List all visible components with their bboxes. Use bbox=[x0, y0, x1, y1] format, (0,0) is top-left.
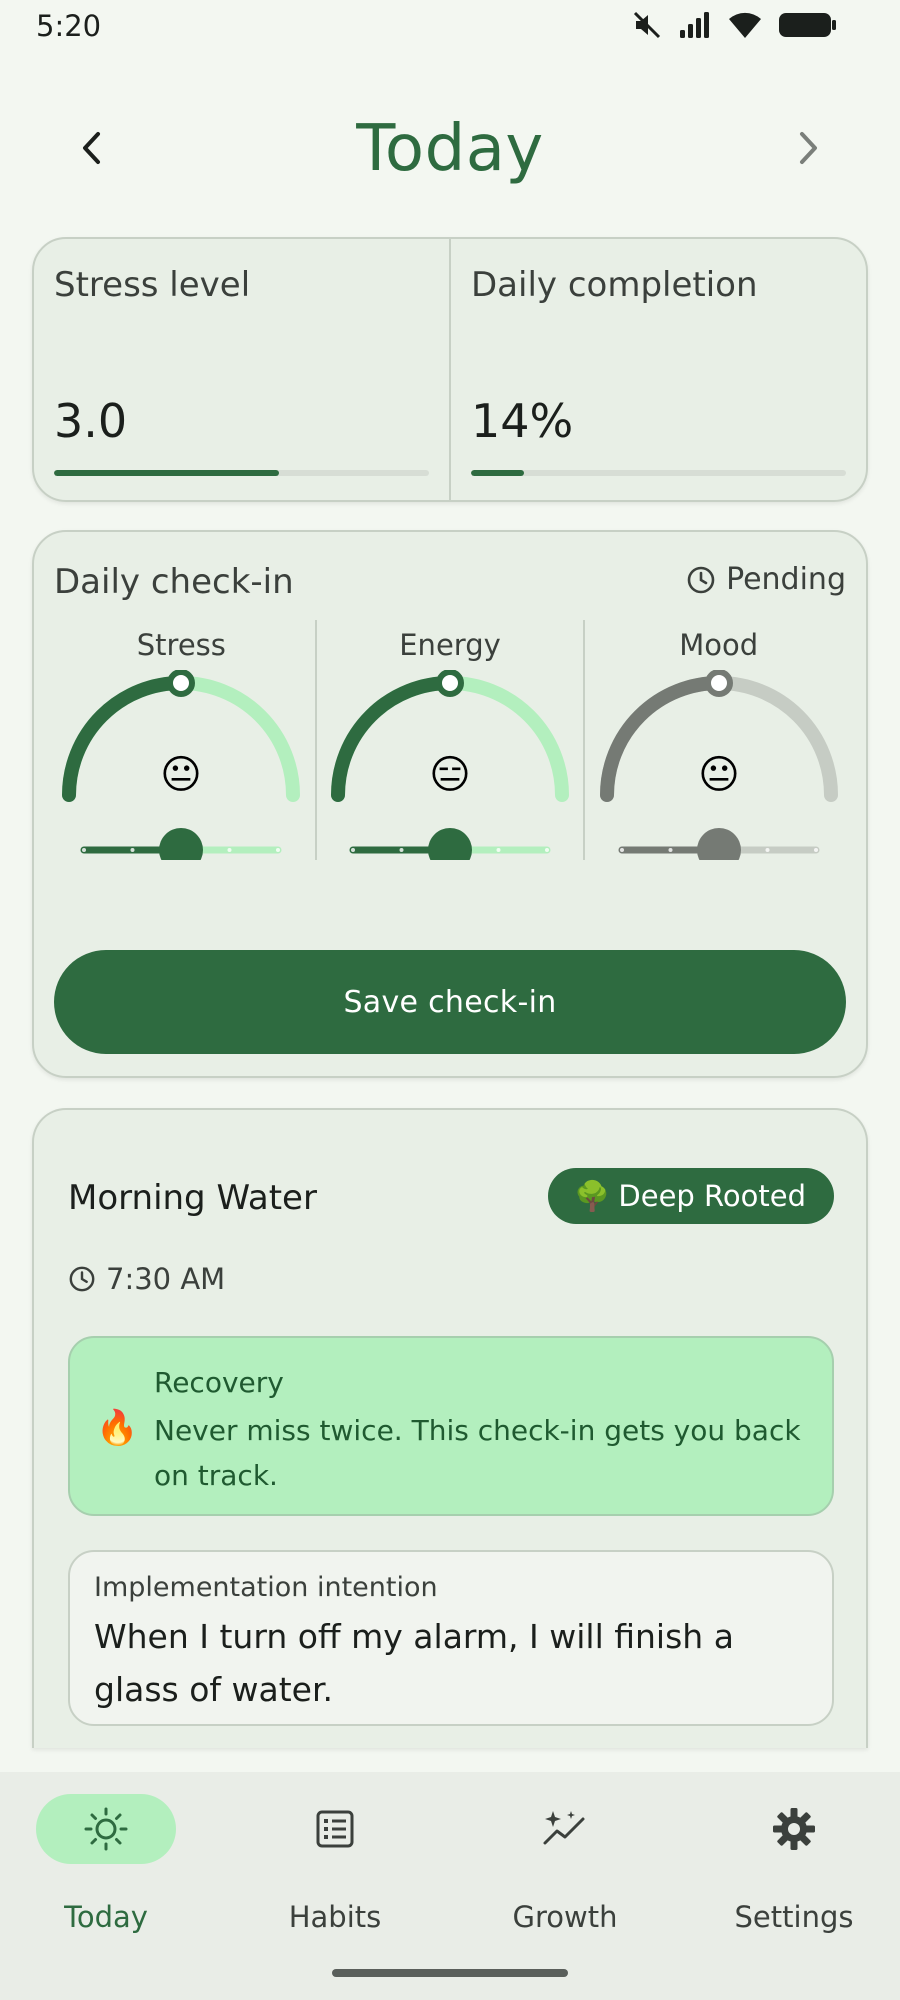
habit-time: 7:30 AM bbox=[68, 1262, 225, 1296]
recovery-title: Recovery bbox=[154, 1366, 284, 1399]
list-icon bbox=[316, 1810, 354, 1848]
header: Today bbox=[0, 100, 900, 200]
habit-time-label: 7:30 AM bbox=[106, 1262, 226, 1296]
stress-slider-tick-3 bbox=[276, 848, 281, 852]
energy-slider-tick-0 bbox=[351, 848, 355, 852]
stats-card: Stress level 3.0 Daily completion 14% bbox=[32, 237, 868, 502]
energy-gauge-knob bbox=[436, 670, 464, 697]
stress-dial-label: Stress bbox=[136, 628, 226, 662]
nav-growth-label: Growth bbox=[512, 1900, 618, 1934]
nav-growth[interactable]: Growth bbox=[475, 1794, 655, 1934]
tree-icon: 🌳 bbox=[574, 1178, 611, 1213]
mood-mood-face-icon: 😐 bbox=[698, 752, 740, 798]
home-indicator[interactable] bbox=[332, 1969, 568, 1977]
stress-slider[interactable] bbox=[80, 828, 282, 860]
stress-slider-thumb bbox=[159, 828, 204, 860]
intention-label: Implementation intention bbox=[94, 1572, 438, 1603]
energy-gauge: 😑 bbox=[331, 670, 569, 860]
signal-icon bbox=[678, 10, 712, 44]
mood-slider[interactable] bbox=[618, 828, 820, 860]
habit-stage-label: Deep Rooted bbox=[618, 1179, 806, 1213]
daily-checkin-card: Daily check-in Pending Stress 😐 Energy 😑… bbox=[32, 530, 868, 1078]
stress-slider-tick-2 bbox=[227, 848, 232, 852]
mood-slider-tick-2 bbox=[765, 848, 770, 852]
page-title: Today bbox=[356, 112, 544, 186]
nav-today-indicator bbox=[36, 1794, 176, 1864]
gear-icon bbox=[773, 1808, 815, 1850]
recovery-banner: 🔥 Recovery Never miss twice. This check-… bbox=[68, 1336, 834, 1516]
daily-completion-stat: Daily completion 14% bbox=[449, 239, 866, 500]
next-day-button[interactable] bbox=[786, 126, 830, 170]
mute-icon bbox=[632, 10, 662, 44]
energy-slider-tick-1 bbox=[399, 848, 404, 852]
fire-icon: 🔥 bbox=[96, 1408, 139, 1448]
status-time: 5:20 bbox=[36, 9, 102, 43]
save-checkin-button[interactable]: Save check-in bbox=[54, 950, 846, 1054]
energy-dial-label: Energy bbox=[399, 628, 501, 662]
habit-card[interactable]: Morning Water 🌳 Deep Rooted 7:30 AM 🔥 Re… bbox=[32, 1108, 868, 1748]
checkin-dials: Stress 😐 Energy 😑 Mood 😐 bbox=[48, 620, 852, 860]
energy-mood-face-icon: 😑 bbox=[429, 752, 471, 798]
stress-gauge: 😐 bbox=[62, 670, 301, 860]
habit-stage-badge: 🌳 Deep Rooted bbox=[548, 1168, 834, 1224]
mood-slider-thumb bbox=[696, 828, 741, 860]
battery-icon bbox=[778, 10, 838, 44]
clock-icon bbox=[69, 1266, 95, 1292]
stress-level-stat: Stress level 3.0 bbox=[34, 239, 449, 500]
nav-today-label: Today bbox=[64, 1900, 148, 1934]
energy-slider-tick-3 bbox=[545, 848, 549, 852]
checkin-status-label: Pending bbox=[726, 562, 846, 597]
nav-settings-label: Settings bbox=[734, 1900, 854, 1934]
mood-dial: Mood 😐 bbox=[583, 620, 852, 860]
stress-level-bar-fill bbox=[54, 470, 279, 476]
nav-habits-label: Habits bbox=[288, 1900, 382, 1934]
chevron-right-icon bbox=[800, 132, 817, 164]
habit-name: Morning Water bbox=[68, 1178, 317, 1218]
mood-gauge: 😐 bbox=[599, 670, 838, 860]
daily-completion-label: Daily completion bbox=[471, 265, 758, 305]
energy-slider[interactable] bbox=[349, 828, 551, 860]
stress-level-bar bbox=[54, 470, 429, 476]
nav-today[interactable]: Today bbox=[16, 1794, 196, 1934]
nav-settings[interactable]: Settings bbox=[704, 1794, 884, 1934]
nav-habits-indicator bbox=[265, 1794, 405, 1864]
mood-slider-tick-1 bbox=[668, 848, 673, 852]
stress-slider-tick-0 bbox=[82, 848, 87, 852]
checkin-status: Pending bbox=[686, 562, 846, 597]
stress-level-value: 3.0 bbox=[54, 394, 128, 448]
stress-dial: Stress 😐 bbox=[48, 620, 315, 860]
mood-gauge-knob bbox=[704, 670, 733, 697]
energy-slider-thumb bbox=[428, 828, 472, 860]
energy-slider-tick-2 bbox=[496, 848, 501, 852]
nav-growth-indicator bbox=[495, 1794, 635, 1864]
recovery-text: Never miss twice. This check-in gets you… bbox=[154, 1414, 801, 1492]
sparkle-chart-icon bbox=[543, 1811, 585, 1845]
wifi-icon bbox=[728, 10, 762, 44]
nav-settings-indicator bbox=[724, 1794, 864, 1864]
clock-icon bbox=[687, 566, 715, 593]
mood-slider-tick-0 bbox=[619, 848, 624, 852]
daily-completion-bar-fill bbox=[471, 470, 524, 476]
implementation-intention: Implementation intention When I turn off… bbox=[68, 1550, 834, 1726]
stress-gauge-knob bbox=[167, 670, 196, 697]
sun-icon bbox=[84, 1807, 128, 1851]
stress-slider-tick-1 bbox=[130, 848, 135, 852]
mood-dial-label: Mood bbox=[679, 628, 759, 662]
energy-dial: Energy 😑 bbox=[314, 620, 584, 860]
daily-completion-value: 14% bbox=[471, 394, 574, 448]
mood-slider-tick-3 bbox=[813, 848, 818, 852]
bottom-navigation: Today Habits Growth Settings bbox=[0, 1772, 900, 2000]
stress-level-label: Stress level bbox=[54, 265, 251, 305]
status-bar: 5:20 bbox=[0, 0, 900, 52]
daily-completion-bar bbox=[471, 470, 846, 476]
status-icons bbox=[632, 10, 838, 44]
nav-habits[interactable]: Habits bbox=[245, 1794, 425, 1934]
intention-text: When I turn off my alarm, I will finish … bbox=[94, 1617, 734, 1709]
stress-mood-face-icon: 😐 bbox=[160, 752, 202, 798]
checkin-title: Daily check-in bbox=[54, 562, 294, 602]
